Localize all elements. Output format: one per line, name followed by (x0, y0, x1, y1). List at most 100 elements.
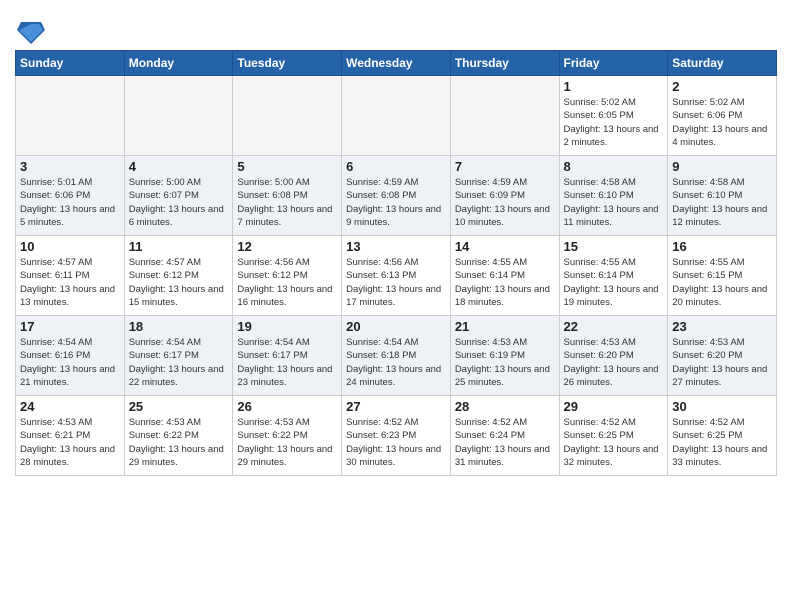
day-info: Sunrise: 4:55 AM Sunset: 6:14 PM Dayligh… (564, 256, 664, 309)
day-number: 29 (564, 399, 664, 414)
logo-icon (17, 16, 45, 44)
day-info: Sunrise: 4:52 AM Sunset: 6:25 PM Dayligh… (564, 416, 664, 469)
calendar-cell: 9Sunrise: 4:58 AM Sunset: 6:10 PM Daylig… (668, 156, 777, 236)
day-number: 2 (672, 79, 772, 94)
calendar-cell: 13Sunrise: 4:56 AM Sunset: 6:13 PM Dayli… (342, 236, 451, 316)
calendar-cell: 30 Sunrise: 4:52 AM Sunset: 6:25 PM Dayli… (668, 396, 777, 476)
calendar-week-1: 1 Sunrise: 5:02 AM Sunset: 6:05 PM Daylig… (16, 76, 777, 156)
calendar-cell (342, 76, 451, 156)
calendar-cell: 16Sunrise: 4:55 AM Sunset: 6:15 PM Dayli… (668, 236, 777, 316)
calendar-header-sunday: Sunday (16, 51, 125, 76)
day-info: Sunrise: 4:53 AM Sunset: 6:22 PM Dayligh… (237, 416, 337, 469)
day-info: Sunrise: 4:56 AM Sunset: 6:12 PM Dayligh… (237, 256, 337, 309)
calendar-week-4: 17Sunrise: 4:54 AM Sunset: 6:16 PM Dayli… (16, 316, 777, 396)
calendar-header-row: SundayMondayTuesdayWednesdayThursdayFrid… (16, 51, 777, 76)
calendar-cell: 3Sunrise: 5:01 AM Sunset: 6:06 PM Daylig… (16, 156, 125, 236)
calendar-cell: 18 Sunrise: 4:54 AM Sunset: 6:17 PM Dayli… (124, 316, 233, 396)
day-info: Sunrise: 4:57 AM Sunset: 6:11 PM Dayligh… (20, 256, 120, 309)
calendar-cell: 5 Sunrise: 5:00 AM Sunset: 6:08 PM Daylig… (233, 156, 342, 236)
calendar-header-monday: Monday (124, 51, 233, 76)
day-info: Sunrise: 5:00 AM Sunset: 6:07 PM Dayligh… (129, 176, 229, 229)
day-number: 11 (129, 239, 229, 254)
calendar-cell: 2 Sunrise: 5:02 AM Sunset: 6:06 PM Daylig… (668, 76, 777, 156)
calendar-cell: 19 Sunrise: 4:54 AM Sunset: 6:17 PM Dayli… (233, 316, 342, 396)
calendar-header-tuesday: Tuesday (233, 51, 342, 76)
calendar-cell: 11 Sunrise: 4:57 AM Sunset: 6:12 PM Dayli… (124, 236, 233, 316)
day-info: Sunrise: 4:59 AM Sunset: 6:09 PM Dayligh… (455, 176, 555, 229)
calendar-cell: 29 Sunrise: 4:52 AM Sunset: 6:25 PM Dayli… (559, 396, 668, 476)
day-number: 22 (564, 319, 664, 334)
day-number: 19 (237, 319, 337, 334)
calendar-cell: 1 Sunrise: 5:02 AM Sunset: 6:05 PM Daylig… (559, 76, 668, 156)
day-number: 23 (672, 319, 772, 334)
day-info: Sunrise: 4:58 AM Sunset: 6:10 PM Dayligh… (564, 176, 664, 229)
day-info: Sunrise: 4:53 AM Sunset: 6:19 PM Dayligh… (455, 336, 555, 389)
day-number: 24 (20, 399, 120, 414)
day-number: 15 (564, 239, 664, 254)
day-info: Sunrise: 4:53 AM Sunset: 6:21 PM Dayligh… (20, 416, 120, 469)
calendar-table: SundayMondayTuesdayWednesdayThursdayFrid… (15, 50, 777, 476)
day-number: 14 (455, 239, 555, 254)
logo (15, 16, 45, 44)
day-info: Sunrise: 4:53 AM Sunset: 6:22 PM Dayligh… (129, 416, 229, 469)
calendar-cell: 15 Sunrise: 4:55 AM Sunset: 6:14 PM Dayli… (559, 236, 668, 316)
calendar-week-3: 10 Sunrise: 4:57 AM Sunset: 6:11 PM Dayli… (16, 236, 777, 316)
day-info: Sunrise: 5:02 AM Sunset: 6:05 PM Dayligh… (564, 96, 664, 149)
calendar-cell: 22 Sunrise: 4:53 AM Sunset: 6:20 PM Dayli… (559, 316, 668, 396)
calendar-cell: 20Sunrise: 4:54 AM Sunset: 6:18 PM Dayli… (342, 316, 451, 396)
day-info: Sunrise: 4:52 AM Sunset: 6:25 PM Dayligh… (672, 416, 772, 469)
calendar-cell (450, 76, 559, 156)
calendar-cell (233, 76, 342, 156)
calendar-header-friday: Friday (559, 51, 668, 76)
calendar-header-wednesday: Wednesday (342, 51, 451, 76)
calendar-cell: 21 Sunrise: 4:53 AM Sunset: 6:19 PM Dayli… (450, 316, 559, 396)
day-number: 26 (237, 399, 337, 414)
calendar-cell (124, 76, 233, 156)
day-number: 12 (237, 239, 337, 254)
calendar-cell: 23 Sunrise: 4:53 AM Sunset: 6:20 PM Dayli… (668, 316, 777, 396)
day-number: 27 (346, 399, 446, 414)
calendar-cell: 14 Sunrise: 4:55 AM Sunset: 6:14 PM Dayli… (450, 236, 559, 316)
calendar-week-5: 24 Sunrise: 4:53 AM Sunset: 6:21 PM Dayli… (16, 396, 777, 476)
calendar-cell: 25 Sunrise: 4:53 AM Sunset: 6:22 PM Dayli… (124, 396, 233, 476)
day-info: Sunrise: 4:53 AM Sunset: 6:20 PM Dayligh… (672, 336, 772, 389)
day-number: 17 (20, 319, 120, 334)
calendar-cell: 4Sunrise: 5:00 AM Sunset: 6:07 PM Daylig… (124, 156, 233, 236)
day-number: 30 (672, 399, 772, 414)
day-info: Sunrise: 4:55 AM Sunset: 6:15 PM Dayligh… (672, 256, 772, 309)
day-number: 21 (455, 319, 555, 334)
day-number: 25 (129, 399, 229, 414)
day-info: Sunrise: 4:57 AM Sunset: 6:12 PM Dayligh… (129, 256, 229, 309)
day-info: Sunrise: 5:00 AM Sunset: 6:08 PM Dayligh… (237, 176, 337, 229)
day-number: 1 (564, 79, 664, 94)
day-info: Sunrise: 4:54 AM Sunset: 6:18 PM Dayligh… (346, 336, 446, 389)
calendar-cell: 12 Sunrise: 4:56 AM Sunset: 6:12 PM Dayli… (233, 236, 342, 316)
day-number: 9 (672, 159, 772, 174)
calendar-week-2: 3Sunrise: 5:01 AM Sunset: 6:06 PM Daylig… (16, 156, 777, 236)
day-info: Sunrise: 4:54 AM Sunset: 6:17 PM Dayligh… (129, 336, 229, 389)
calendar-cell (16, 76, 125, 156)
day-number: 6 (346, 159, 446, 174)
calendar-cell: 24 Sunrise: 4:53 AM Sunset: 6:21 PM Dayli… (16, 396, 125, 476)
calendar-cell: 27 Sunrise: 4:52 AM Sunset: 6:23 PM Dayli… (342, 396, 451, 476)
day-number: 3 (20, 159, 120, 174)
day-info: Sunrise: 4:54 AM Sunset: 6:17 PM Dayligh… (237, 336, 337, 389)
calendar-header-thursday: Thursday (450, 51, 559, 76)
calendar-cell: 6Sunrise: 4:59 AM Sunset: 6:08 PM Daylig… (342, 156, 451, 236)
page-header (15, 10, 777, 44)
day-info: Sunrise: 5:02 AM Sunset: 6:06 PM Dayligh… (672, 96, 772, 149)
day-info: Sunrise: 4:53 AM Sunset: 6:20 PM Dayligh… (564, 336, 664, 389)
day-info: Sunrise: 4:56 AM Sunset: 6:13 PM Dayligh… (346, 256, 446, 309)
calendar-cell: 26 Sunrise: 4:53 AM Sunset: 6:22 PM Dayli… (233, 396, 342, 476)
calendar-body: 1 Sunrise: 5:02 AM Sunset: 6:05 PM Daylig… (16, 76, 777, 476)
day-info: Sunrise: 4:52 AM Sunset: 6:23 PM Dayligh… (346, 416, 446, 469)
day-number: 28 (455, 399, 555, 414)
day-number: 5 (237, 159, 337, 174)
day-number: 7 (455, 159, 555, 174)
calendar-cell: 7 Sunrise: 4:59 AM Sunset: 6:09 PM Daylig… (450, 156, 559, 236)
day-number: 8 (564, 159, 664, 174)
calendar-cell: 28Sunrise: 4:52 AM Sunset: 6:24 PM Dayli… (450, 396, 559, 476)
day-number: 18 (129, 319, 229, 334)
day-number: 10 (20, 239, 120, 254)
day-info: Sunrise: 4:55 AM Sunset: 6:14 PM Dayligh… (455, 256, 555, 309)
